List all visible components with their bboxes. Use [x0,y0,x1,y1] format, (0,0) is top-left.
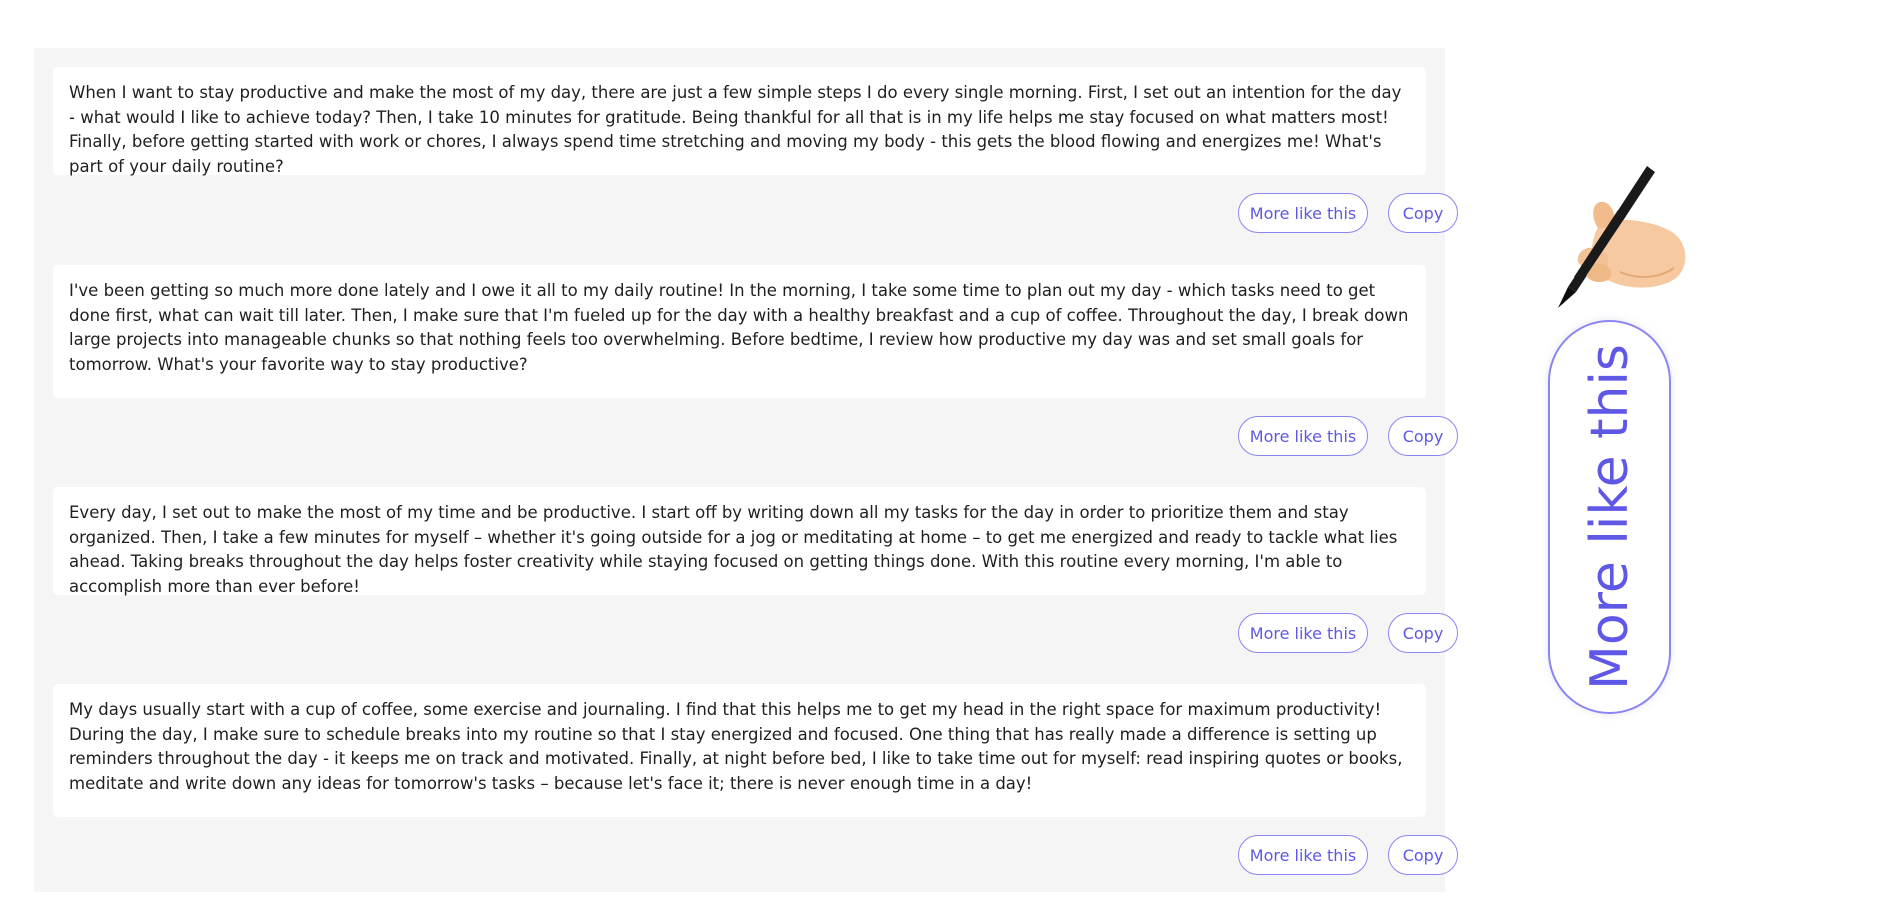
result-card: When I want to stay productive and make … [53,67,1426,176]
results-panel: When I want to stay productive and make … [34,48,1458,892]
more-like-this-callout-button[interactable]: More like this [1548,320,1671,714]
more-like-this-button[interactable]: More like this [1238,416,1368,456]
result-text: When I want to stay productive and make … [69,83,1402,176]
more-like-this-button[interactable]: More like this [1238,613,1368,653]
result-card: Every day, I set out to make the most of… [53,487,1426,596]
result-text: My days usually start with a cup of coff… [69,700,1403,793]
callout-button-label: More like this [1579,344,1640,690]
result-text: I've been getting so much more done late… [69,281,1409,374]
copy-button[interactable]: Copy [1388,835,1458,875]
result-card: My days usually start with a cup of coff… [53,684,1426,817]
more-like-this-button[interactable]: More like this [1238,835,1368,875]
copy-button[interactable]: Copy [1388,416,1458,456]
callout-illustration: More like this [1520,150,1700,730]
writing-hand-icon [1558,166,1686,308]
result-card: I've been getting so much more done late… [53,265,1426,398]
copy-button[interactable]: Copy [1388,613,1458,653]
result-text: Every day, I set out to make the most of… [69,503,1398,596]
more-like-this-button[interactable]: More like this [1238,193,1368,233]
copy-button[interactable]: Copy [1388,193,1458,233]
